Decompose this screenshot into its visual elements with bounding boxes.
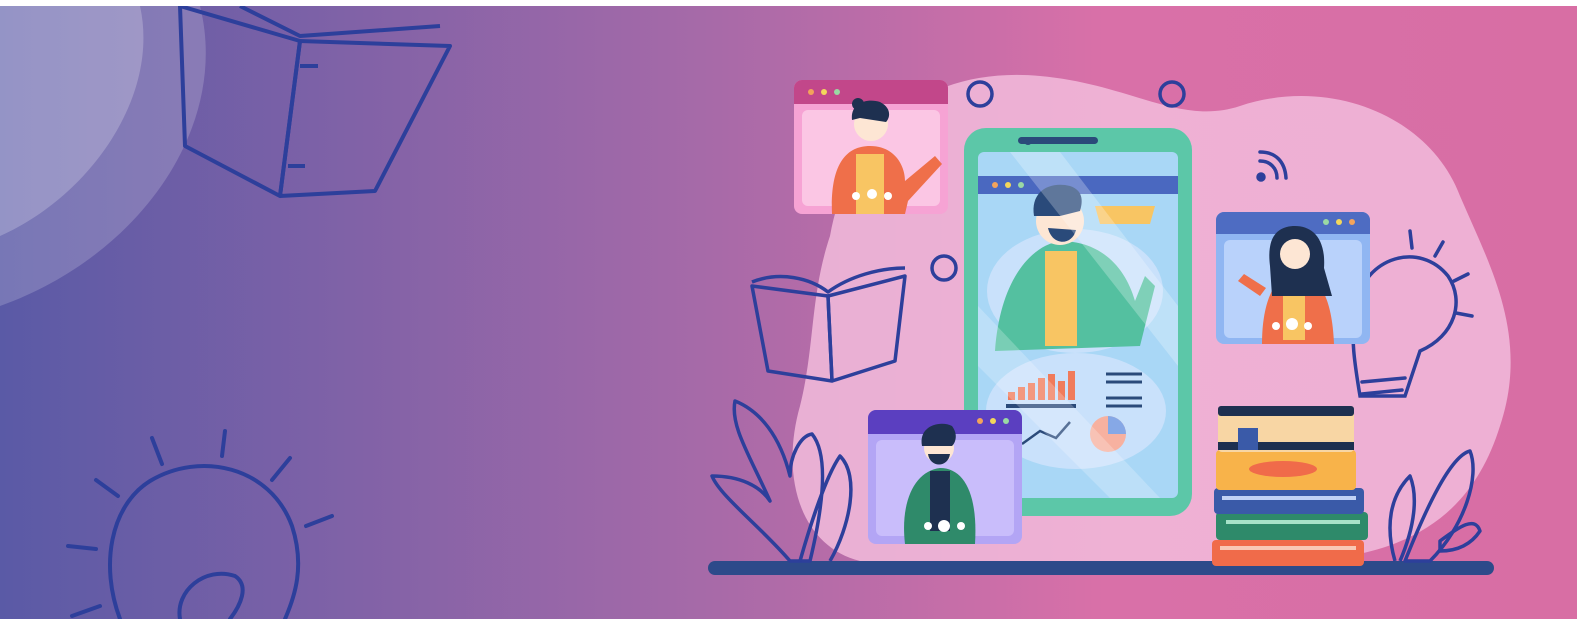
video-call-window-icon <box>794 80 948 214</box>
hero-banner <box>0 6 1577 619</box>
ground-bar <box>708 561 1494 575</box>
book-stack-icon <box>1212 406 1368 566</box>
video-call-window-icon-right <box>1216 212 1370 344</box>
banner-illustration <box>0 6 1577 619</box>
video-call-window-icon-bottom <box>868 410 1022 544</box>
